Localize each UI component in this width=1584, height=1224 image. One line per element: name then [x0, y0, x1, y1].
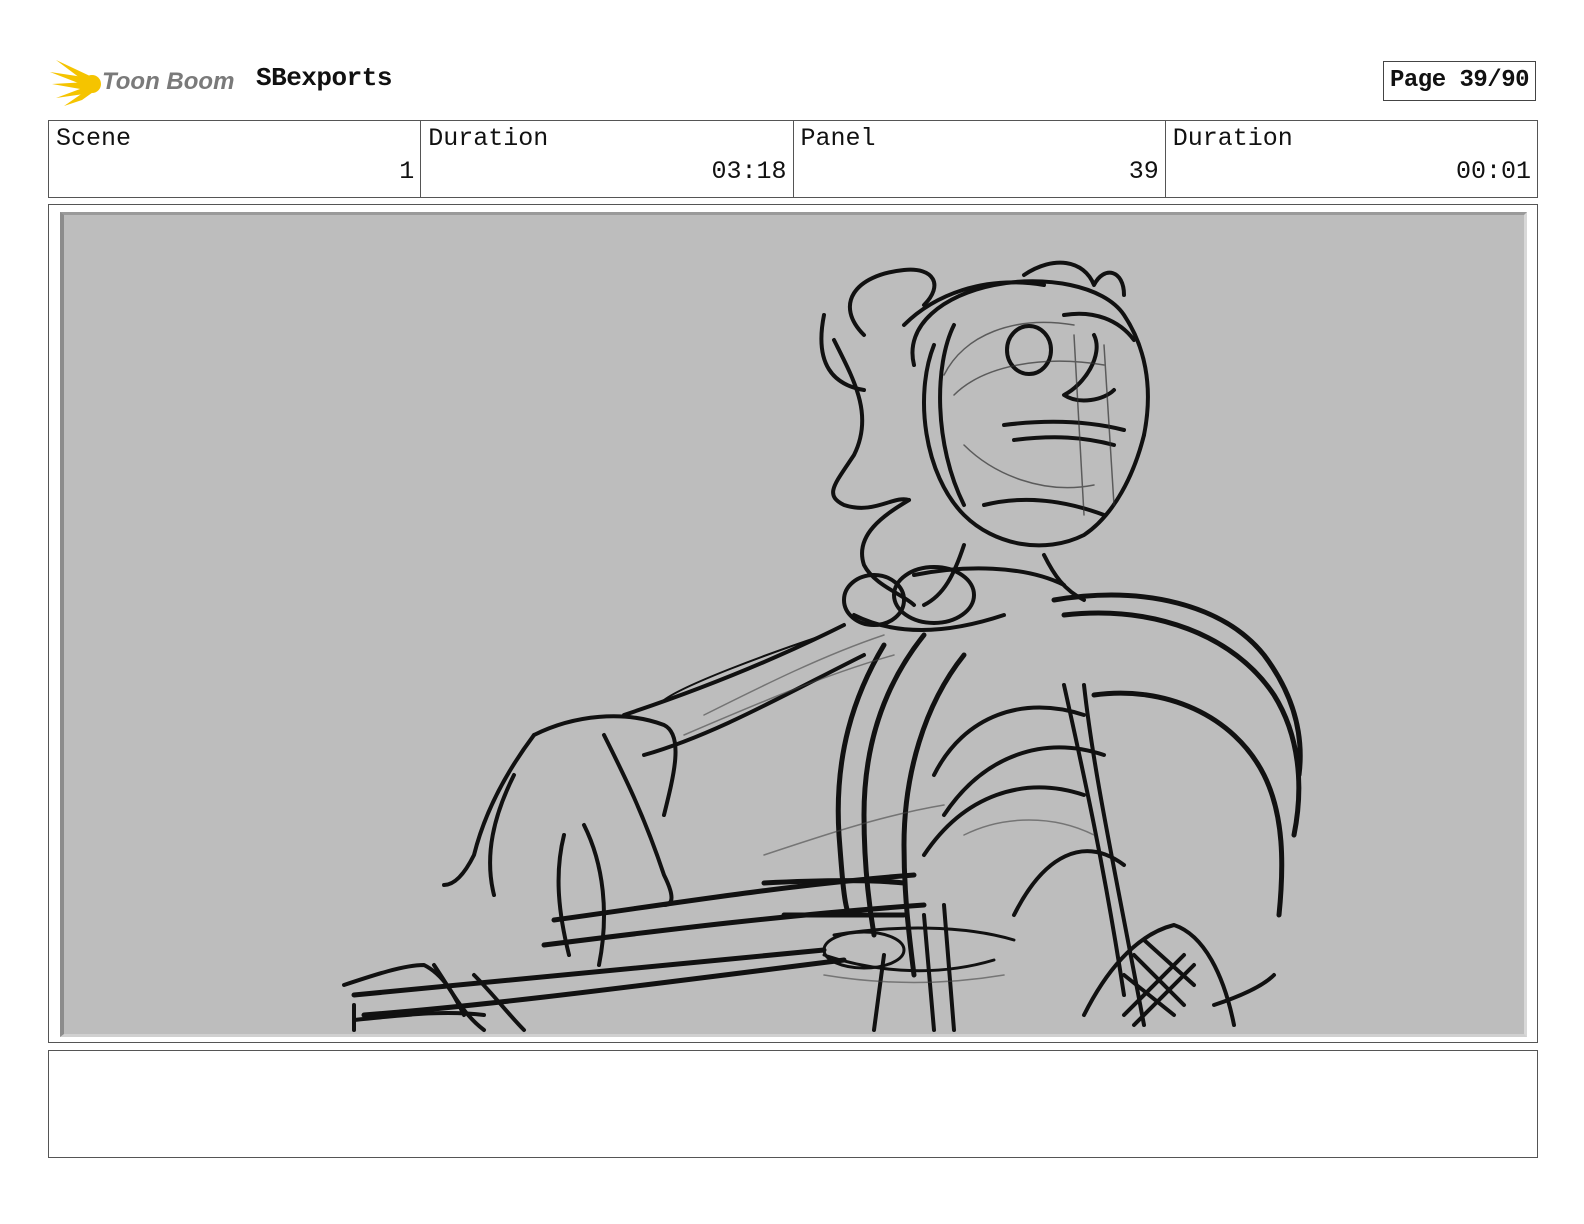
toon-boom-logo-mark: Toon Boom: [50, 60, 234, 106]
character-sketch-drawing: [342, 260, 1303, 1032]
panel-value: 39: [1128, 157, 1159, 186]
scene-cell: Scene 1: [49, 121, 422, 197]
page-indicator: Page 39/90: [1383, 61, 1536, 101]
project-title: SBexports: [256, 63, 392, 93]
storyboard-sketch: [60, 212, 1527, 1037]
panel-notes-box: [48, 1050, 1538, 1158]
scene-duration-label: Duration: [428, 124, 549, 153]
scene-label: Scene: [56, 124, 132, 153]
panel-cell: Panel 39: [794, 121, 1166, 197]
toon-boom-logo: Toon Boom: [50, 54, 240, 110]
svg-text:Toon Boom: Toon Boom: [102, 68, 234, 95]
scene-value: 1: [399, 157, 415, 186]
panel-label: Panel: [800, 124, 876, 153]
scene-info-table: Scene 1 Duration 03:18 Panel 39 Duration…: [48, 120, 1538, 198]
panel-duration-value: 00:01: [1455, 157, 1531, 186]
scene-duration-cell: Duration 03:18: [421, 121, 794, 197]
panel-duration-label: Duration: [1172, 124, 1293, 153]
panel-duration-cell: Duration 00:01: [1166, 121, 1537, 197]
scene-duration-value: 03:18: [711, 157, 787, 186]
storyboard-panel-frame: [48, 204, 1538, 1043]
